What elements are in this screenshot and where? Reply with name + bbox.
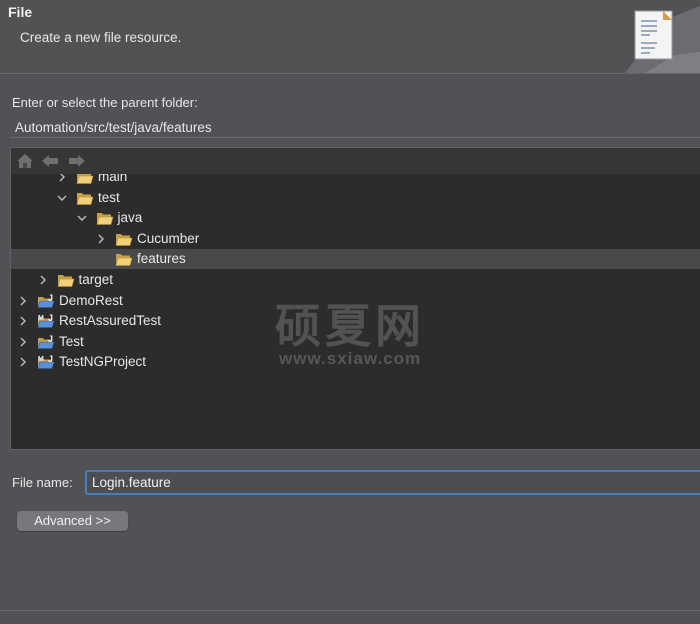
tree-item[interactable]: Cucumber bbox=[11, 229, 700, 249]
folder-open-icon bbox=[96, 210, 114, 226]
forward-arrow-icon[interactable] bbox=[68, 153, 86, 169]
chevron-right-icon[interactable] bbox=[17, 291, 29, 311]
folder-open-icon bbox=[76, 190, 94, 206]
folder-open-icon bbox=[57, 272, 75, 288]
wizard-description: Create a new file resource. bbox=[20, 30, 182, 45]
maven-project-icon: MJ bbox=[37, 313, 55, 329]
advanced-button[interactable]: Advanced >> bbox=[17, 511, 128, 531]
watermark: 硕夏网 bbox=[275, 300, 425, 352]
tree-item-label: RestAssuredTest bbox=[59, 313, 162, 329]
folder-open-icon bbox=[115, 251, 133, 267]
watermark-url: www.sxiaw.com bbox=[279, 349, 422, 368]
svg-text:J: J bbox=[48, 313, 53, 323]
svg-text:J: J bbox=[48, 334, 53, 344]
svg-text:J: J bbox=[48, 354, 53, 364]
tree-item-label: Cucumber bbox=[137, 230, 200, 246]
tree-item-label: target bbox=[78, 272, 114, 287]
chevron-right-icon[interactable] bbox=[95, 229, 107, 249]
tree-item[interactable]: target bbox=[11, 270, 700, 290]
tree-item-label: Test bbox=[59, 333, 84, 349]
chevron-right-icon[interactable] bbox=[17, 311, 29, 331]
svg-text:M: M bbox=[38, 356, 44, 363]
tree-item-label: TestNGProject bbox=[59, 354, 147, 370]
home-icon[interactable] bbox=[16, 153, 34, 169]
parent-folder-input[interactable]: Automation/src/test/java/features bbox=[10, 117, 700, 138]
chevron-right-icon[interactable] bbox=[37, 270, 49, 290]
chevron-down-icon[interactable] bbox=[76, 208, 88, 228]
maven-project-icon: MJ bbox=[37, 354, 55, 370]
svg-text:J: J bbox=[48, 293, 53, 303]
chevron-right-icon[interactable] bbox=[17, 332, 29, 352]
java-project-icon: J bbox=[37, 334, 55, 350]
tree-item-label: test bbox=[98, 189, 120, 205]
folder-open-icon bbox=[115, 231, 133, 247]
tree-toolbar bbox=[11, 148, 700, 174]
parent-folder-label: Enter or select the parent folder: bbox=[12, 95, 198, 110]
tree-item-label: DemoRest bbox=[59, 292, 123, 308]
file-name-label: File name: bbox=[12, 475, 73, 490]
document-icon bbox=[625, 6, 700, 73]
tree-item-label: java bbox=[117, 210, 143, 226]
file-name-input[interactable]: Login.feature bbox=[85, 470, 700, 495]
tree-item[interactable]: features bbox=[11, 249, 700, 270]
chevron-down-icon[interactable] bbox=[56, 188, 68, 208]
tree-item[interactable]: java bbox=[11, 208, 700, 228]
chevron-right-icon[interactable] bbox=[17, 352, 29, 372]
tree-item[interactable]: test bbox=[11, 188, 700, 208]
wizard-header: File Create a new file resource. bbox=[0, 0, 700, 74]
wizard-title: File bbox=[8, 4, 33, 20]
java-project-icon: J bbox=[37, 293, 55, 309]
back-arrow-icon[interactable] bbox=[41, 153, 59, 169]
svg-text:M: M bbox=[38, 315, 44, 322]
divider bbox=[0, 610, 700, 611]
tree-item-label: features bbox=[137, 251, 186, 267]
